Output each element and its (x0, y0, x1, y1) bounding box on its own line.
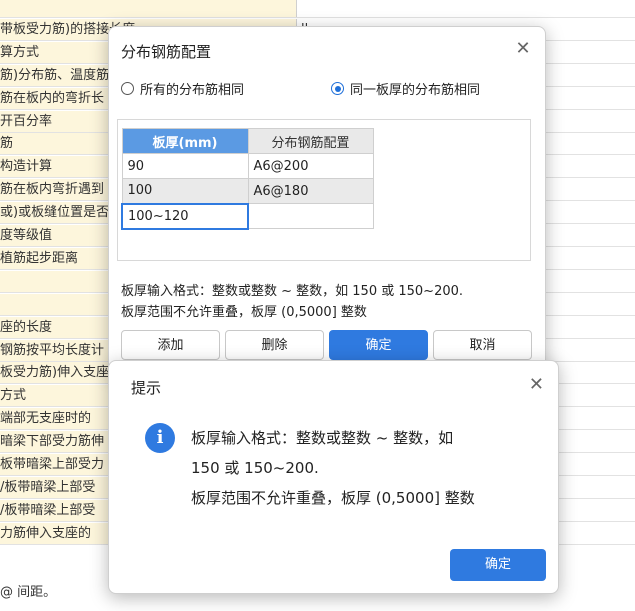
table-row[interactable]: 100~120 (121, 202, 374, 230)
distribution-mode-radio-group: 所有的分布筋相同 同一板厚的分布筋相同 (121, 79, 533, 99)
property-row[interactable] (0, 0, 635, 18)
tip-ok-button[interactable]: 确定 (450, 549, 546, 581)
rebar-config-cell[interactable] (247, 203, 374, 229)
column-header-thickness[interactable]: 板厚(mm) (121, 128, 249, 154)
rebar-config-cell[interactable]: A6@200 (247, 153, 374, 179)
column-header-rebar-config[interactable]: 分布钢筋配置 (247, 128, 374, 154)
thickness-cell[interactable]: 90 (121, 153, 249, 179)
thickness-cell[interactable]: 100 (121, 178, 249, 204)
add-button[interactable]: 添加 (121, 330, 220, 360)
thickness-cell-editing[interactable]: 100~120 (121, 202, 249, 230)
radio-selected-icon (331, 82, 344, 95)
tip-message-line: 板厚范围不允许重叠，板厚 (0,5000] 整数 (191, 489, 475, 507)
info-icon: i (145, 423, 175, 453)
radio-all-same[interactable]: 所有的分布筋相同 (121, 79, 244, 98)
tip-dialog: 提示 ✕ i 板厚输入格式：整数或整数 ~ 整数，如 150 或 150~200… (108, 360, 559, 594)
dialog-title: 分布钢筋配置 (121, 43, 212, 61)
radio-same-per-thickness[interactable]: 同一板厚的分布筋相同 (331, 79, 480, 98)
rebar-config-cell[interactable]: A6@180 (247, 178, 374, 204)
property-name (0, 0, 297, 17)
delete-button[interactable]: 删除 (225, 330, 324, 360)
dialog-button-row: 添加 删除 确定 取消 (121, 330, 533, 362)
table-row[interactable]: 90 A6@200 (121, 153, 374, 179)
cancel-button[interactable]: 取消 (433, 330, 532, 360)
close-icon[interactable]: ✕ (529, 375, 544, 395)
format-hint: 板厚输入格式：整数或整数 ~ 整数，如 150 或 150~200. 板厚范围不… (121, 281, 463, 323)
ok-button[interactable]: 确定 (329, 330, 428, 360)
tip-message-line: 150 或 150~200. (191, 459, 319, 477)
radio-all-same-label: 所有的分布筋相同 (140, 83, 245, 98)
tip-message-line: 板厚输入格式：整数或整数 ~ 整数，如 (191, 429, 454, 447)
distribution-rebar-config-dialog: 分布钢筋配置 ✕ 所有的分布筋相同 同一板厚的分布筋相同 板厚(mm) 分布钢筋… (108, 26, 546, 373)
table-row[interactable]: 100 A6@180 (121, 178, 374, 204)
tip-message: 板厚输入格式：整数或整数 ~ 整数，如 150 或 150~200. 板厚范围不… (191, 423, 536, 513)
format-hint-line: 板厚输入格式：整数或整数 ~ 整数，如 150 或 150~200. (121, 284, 464, 299)
radio-circle-icon (121, 82, 134, 95)
thickness-table: 板厚(mm) 分布钢筋配置 90 A6@200 100 A6@180 100~1… (121, 128, 374, 230)
format-hint-line: 板厚范围不允许重叠，板厚 (0,5000] 整数 (121, 305, 367, 320)
tip-dialog-title: 提示 (131, 379, 162, 397)
close-icon[interactable]: ✕ (513, 39, 533, 59)
property-value[interactable] (297, 0, 635, 17)
radio-same-per-thickness-label: 同一板厚的分布筋相同 (350, 83, 481, 98)
